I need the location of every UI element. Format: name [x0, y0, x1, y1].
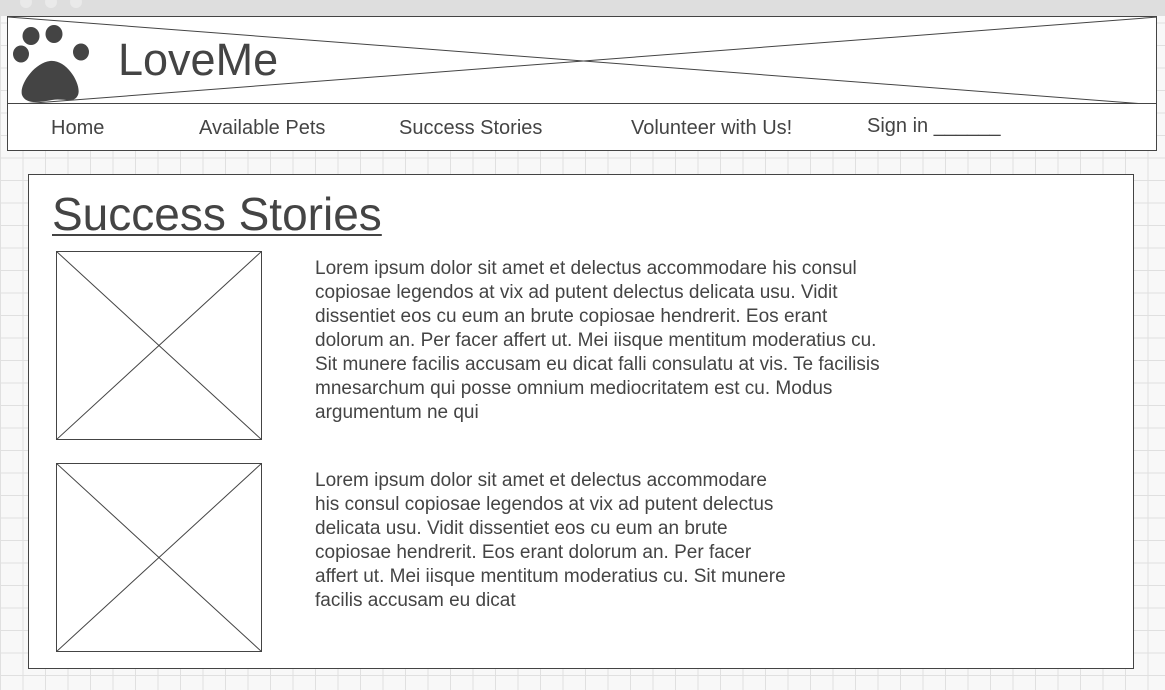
story-2-text: Lorem ipsum dolor sit amet et delectus a… [315, 470, 786, 611]
main-nav: Home Available Pets Success Stories Volu… [7, 103, 1157, 151]
nav-volunteer[interactable]: Volunteer with Us! [631, 117, 792, 140]
story-1-image [56, 251, 262, 440]
paw-icon [13, 25, 89, 103]
sign-in-link[interactable]: Sign in ______ [867, 115, 1000, 138]
window-minimize-dot[interactable] [45, 0, 57, 8]
story-1-text: Lorem ipsum dolor sit amet et delectus a… [315, 258, 880, 423]
content-panel: Success Stories Lorem ipsum dolor sit am… [28, 174, 1134, 669]
window-maximize-dot[interactable] [70, 0, 82, 8]
page-title: Success Stories [52, 188, 382, 240]
story-2-image [56, 463, 262, 652]
nav-success-stories[interactable]: Success Stories [399, 117, 542, 140]
window-close-dot[interactable] [20, 0, 32, 8]
window-titlebar [0, 0, 1165, 16]
nav-home[interactable]: Home [51, 117, 104, 140]
header-banner: LoveMe [7, 16, 1157, 104]
brand-name[interactable]: LoveMe [118, 37, 278, 82]
nav-available-pets[interactable]: Available Pets [199, 117, 325, 140]
